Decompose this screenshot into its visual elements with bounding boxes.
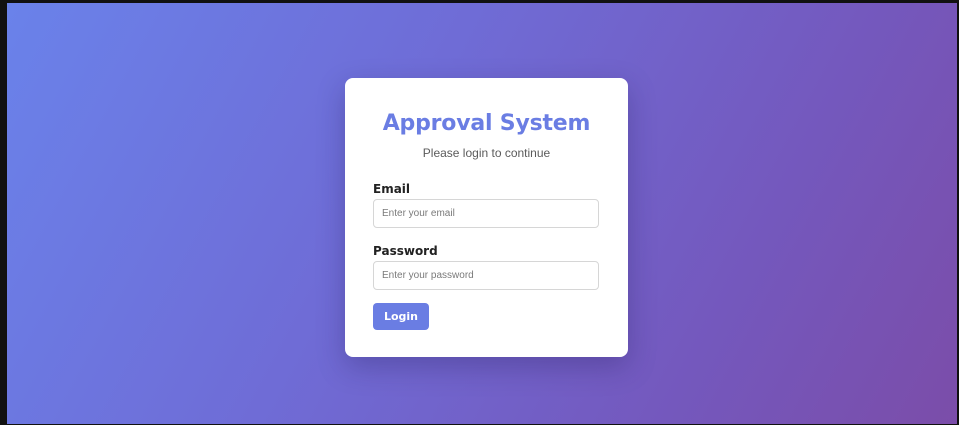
browser-viewport: Approval System Please login to continue… — [0, 0, 959, 425]
gradient-background: Approval System Please login to continue… — [7, 3, 957, 424]
password-field[interactable] — [373, 261, 599, 290]
email-label: Email — [373, 182, 411, 196]
page-subtitle: Please login to continue — [422, 146, 551, 160]
login-card: Approval System Please login to continue… — [345, 78, 628, 357]
email-field[interactable] — [373, 199, 599, 228]
password-label: Password — [373, 244, 438, 258]
login-button[interactable]: Login — [373, 303, 429, 330]
page-title: Approval System — [382, 111, 591, 136]
